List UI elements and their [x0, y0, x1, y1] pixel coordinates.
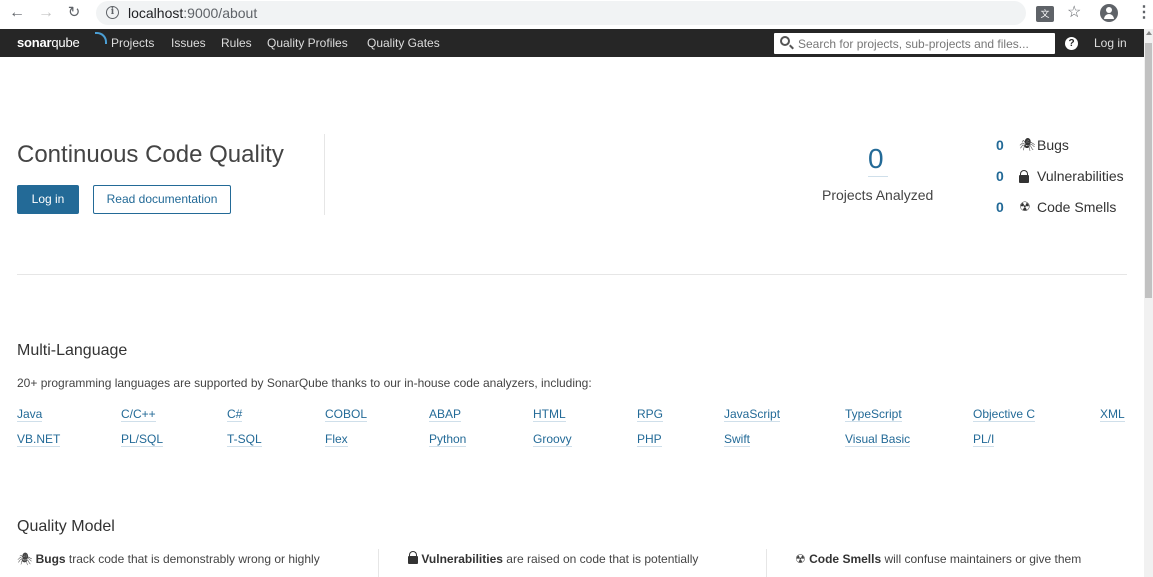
quality-model-title: Quality Model — [17, 518, 115, 535]
bug-icon: 🕷︎ — [1019, 137, 1036, 152]
projects-label: Projects Analyzed — [822, 187, 934, 203]
info-icon[interactable]: i — [106, 6, 119, 19]
reload-icon[interactable]: ↻ — [65, 3, 83, 23]
hero-divider — [324, 134, 325, 215]
multi-language-title: Multi-Language — [17, 342, 128, 359]
language-link[interactable]: PL/I — [973, 432, 995, 447]
language-link[interactable]: Flex — [325, 432, 348, 447]
quality-model-bugs: 🕷︎ Bugs track code that is demonstrably … — [17, 552, 320, 566]
translate-icon[interactable]: 文 — [1036, 6, 1054, 22]
top-navbar: sonarqube Projects Issues Rules Quality … — [0, 29, 1144, 57]
quality-model-divider — [378, 549, 379, 577]
logo-light-text: qube — [51, 35, 80, 50]
language-link[interactable]: JavaScript — [724, 407, 781, 422]
code-smells-count[interactable]: 0 — [996, 198, 1004, 216]
logo-bold-text: sonar — [17, 35, 52, 50]
search-input[interactable] — [798, 35, 1050, 52]
language-link[interactable]: Swift — [724, 432, 751, 447]
code-smell-icon: ☢ — [795, 552, 806, 566]
language-link[interactable]: VB.NET — [17, 432, 61, 447]
language-link[interactable]: PHP — [637, 432, 662, 447]
language-link[interactable]: C# — [227, 407, 243, 422]
nav-quality-gates[interactable]: Quality Gates — [367, 36, 440, 50]
star-icon[interactable]: ☆ — [1067, 3, 1081, 23]
language-link[interactable]: C/C++ — [121, 407, 156, 422]
account-icon[interactable] — [1100, 4, 1118, 22]
language-link[interactable]: Python — [429, 432, 467, 447]
sonarqube-logo[interactable]: sonarqube — [17, 32, 107, 50]
code-smells-label: Code Smells — [1037, 199, 1117, 215]
language-link[interactable]: RPG — [637, 407, 664, 422]
arrow-left-icon[interactable]: ← — [8, 3, 26, 23]
browser-toolbar: ← → ↻ i localhost:9000/about 文 ☆ ⋮ — [0, 0, 1153, 28]
quality-model-code-smells: ☢ Code Smells will confuse maintainers o… — [795, 552, 1081, 566]
quality-model-divider — [766, 549, 767, 577]
language-link[interactable]: Groovy — [533, 432, 572, 447]
vertical-dots-icon[interactable]: ⋮ — [1136, 3, 1152, 23]
nav-quality-profiles[interactable]: Quality Profiles — [267, 36, 348, 50]
scroll-up-icon[interactable] — [1146, 31, 1152, 35]
page-scrollbar[interactable] — [1144, 29, 1153, 577]
lock-icon — [1019, 167, 1029, 185]
code-smells-text: will confuse maintainers or give them — [881, 552, 1082, 566]
bugs-heading: Bugs — [35, 552, 66, 566]
vulnerabilities-label: Vulnerabilities — [1037, 168, 1124, 184]
vulnerabilities-heading: Vulnerabilities — [421, 552, 503, 566]
bug-icon: 🕷︎ — [17, 552, 33, 566]
nav-rules[interactable]: Rules — [221, 36, 252, 50]
language-link[interactable]: TypeScript — [845, 407, 902, 422]
bugs-text: track code that is demonstrably wrong or… — [65, 552, 320, 566]
language-link[interactable]: T-SQL — [227, 432, 262, 447]
url-host: localhost — [128, 5, 184, 21]
bugs-label: Bugs — [1037, 137, 1069, 153]
login-button[interactable]: Log in — [17, 185, 79, 214]
nav-projects[interactable]: Projects — [111, 36, 154, 50]
nav-login-link[interactable]: Log in — [1094, 36, 1127, 50]
language-link[interactable]: ABAP — [429, 407, 462, 422]
page-title: Continuous Code Quality — [17, 141, 284, 168]
logo-swoosh-icon — [95, 32, 107, 44]
read-documentation-button[interactable]: Read documentation — [93, 185, 231, 214]
vulnerabilities-text: are raised on code that is potentially — [502, 552, 699, 566]
nav-issues[interactable]: Issues — [171, 36, 206, 50]
arrow-right-icon[interactable]: → — [37, 3, 55, 23]
language-link[interactable]: Objective C — [973, 407, 1036, 422]
projects-count-underline — [868, 176, 888, 177]
language-link[interactable]: HTML — [533, 407, 566, 422]
address-bar[interactable]: i localhost:9000/about — [96, 1, 1026, 25]
vulnerabilities-count[interactable]: 0 — [996, 167, 1004, 185]
bugs-count[interactable]: 0 — [996, 136, 1004, 154]
url-path: :9000/about — [183, 5, 258, 21]
search-icon — [780, 36, 790, 46]
code-smells-heading: Code Smells — [809, 552, 882, 566]
quality-model-vulnerabilities: Vulnerabilities are raised on code that … — [408, 551, 699, 566]
scrollbar-thumb[interactable] — [1145, 43, 1152, 298]
language-link[interactable]: Visual Basic — [845, 432, 911, 447]
language-link[interactable]: Java — [17, 407, 43, 422]
lock-icon — [408, 551, 418, 566]
language-link[interactable]: COBOL — [325, 407, 368, 422]
language-link[interactable]: XML — [1100, 407, 1125, 422]
section-divider — [17, 274, 1127, 275]
multi-language-description: 20+ programming languages are supported … — [17, 376, 592, 390]
url-text[interactable]: localhost:9000/about — [128, 5, 257, 21]
search-box — [774, 33, 1055, 54]
language-link[interactable]: PL/SQL — [121, 432, 164, 447]
code-smell-icon: ☢ — [1019, 199, 1031, 214]
projects-count[interactable]: 0 — [868, 143, 884, 175]
help-icon[interactable]: ? — [1065, 37, 1078, 50]
